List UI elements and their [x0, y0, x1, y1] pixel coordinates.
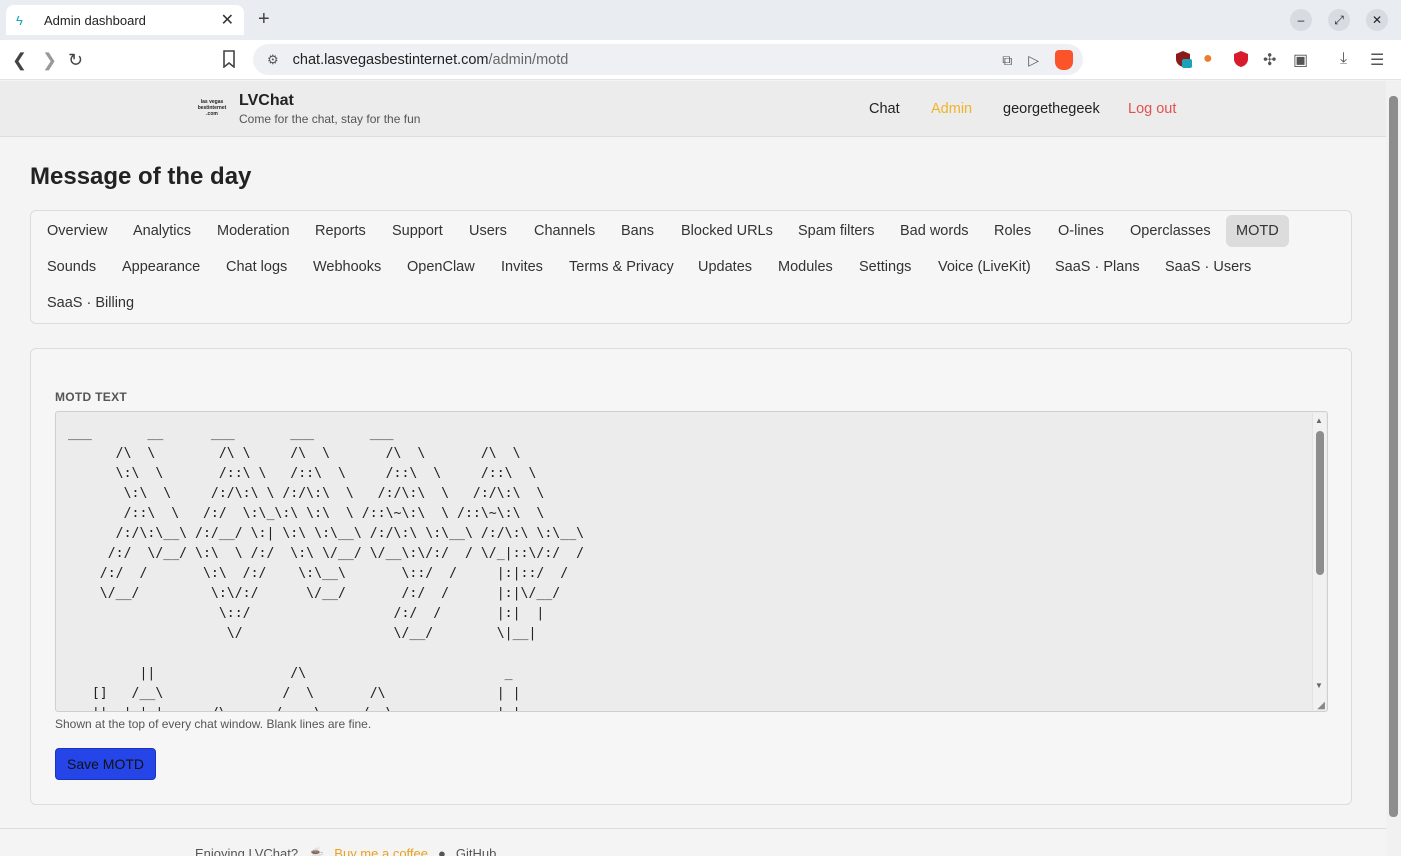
- brand-name[interactable]: LVChat: [239, 92, 294, 110]
- tab-sounds[interactable]: Sounds: [37, 251, 106, 283]
- admin-tabs: Overview Analytics Moderation Reports Su…: [30, 210, 1352, 324]
- tab-channels[interactable]: Channels: [524, 215, 605, 247]
- menu-icon[interactable]: ☰: [1370, 50, 1384, 70]
- tab-appearance[interactable]: Appearance: [112, 251, 210, 283]
- address-bar[interactable]: ⚙ chat.lasvegasbestinternet.com/admin/mo…: [253, 44, 1083, 75]
- tab-motd[interactable]: MOTD: [1226, 215, 1289, 247]
- motd-textarea-scrollbar[interactable]: ▲ ▼: [1312, 413, 1326, 710]
- reload-icon[interactable]: ↻: [68, 50, 83, 71]
- bolt-icon: ϟ: [16, 12, 23, 28]
- extension-ublock-icon[interactable]: [1233, 50, 1249, 73]
- bookmark-icon[interactable]: [222, 50, 236, 73]
- tab-support[interactable]: Support: [382, 215, 453, 247]
- tab-operclasses[interactable]: Operclasses: [1120, 215, 1221, 247]
- motd-textarea[interactable]: ___ __ ___ ___ ___ /\ \ /\ \ /\ \ /\ \ /…: [55, 411, 1328, 712]
- footer-divider: [0, 828, 1386, 829]
- nav-logout[interactable]: Log out: [1128, 101, 1176, 117]
- nav-admin[interactable]: Admin: [931, 101, 972, 117]
- nav-user[interactable]: georgethegeek: [1003, 101, 1100, 117]
- tab-voice-livekit[interactable]: Voice (LiveKit): [928, 251, 1041, 283]
- new-tab-button[interactable]: +: [258, 8, 270, 31]
- tab-roles[interactable]: Roles: [984, 215, 1041, 247]
- tab-search-icon[interactable]: ▣: [1293, 50, 1308, 70]
- motd-textarea-scroll-thumb[interactable]: [1316, 431, 1324, 575]
- extensions-puzzle-icon[interactable]: ✣: [1263, 50, 1276, 70]
- motd-form-card: MOTD TEXT ___ __ ___ ___ ___ /\ \ /\ \ /…: [30, 348, 1352, 805]
- scroll-up-icon[interactable]: ▲: [1315, 416, 1323, 425]
- url-text: chat.lasvegasbestinternet.com/admin/motd: [292, 51, 569, 68]
- tab-terms-privacy[interactable]: Terms & Privacy: [559, 251, 684, 283]
- share-icon[interactable]: ⧉: [1002, 52, 1012, 69]
- save-motd-button[interactable]: Save MOTD: [55, 748, 156, 780]
- tab-title: Admin dashboard: [44, 12, 146, 28]
- resize-handle-icon[interactable]: ◢: [1317, 700, 1325, 711]
- footer-coffee-link[interactable]: Buy me a coffee: [334, 846, 428, 856]
- extension-bubbles-icon[interactable]: ●: [1203, 50, 1213, 68]
- close-tab-icon[interactable]: ✕: [221, 10, 234, 30]
- tab-modules[interactable]: Modules: [768, 251, 843, 283]
- tab-bans[interactable]: Bans: [611, 215, 664, 247]
- tab-overview[interactable]: Overview: [37, 215, 117, 247]
- brave-shields-icon[interactable]: [1055, 50, 1073, 70]
- footer-github-link[interactable]: GitHub: [456, 846, 496, 856]
- motd-hint: Shown at the top of every chat window. B…: [55, 717, 372, 731]
- tab-blocked-urls[interactable]: Blocked URLs: [671, 215, 783, 247]
- tab-settings[interactable]: Settings: [849, 251, 921, 283]
- footer-enjoying: Enjoying LVChat?: [195, 846, 299, 856]
- maximize-icon[interactable]: ⤢: [1328, 9, 1350, 31]
- extension-shield-icon[interactable]: [1174, 50, 1192, 73]
- tab-analytics[interactable]: Analytics: [123, 215, 201, 247]
- tab-saas-plans[interactable]: SaaS · Plans: [1045, 251, 1150, 283]
- page-scroll-thumb[interactable]: [1389, 96, 1398, 817]
- tab-saas-billing[interactable]: SaaS · Billing: [37, 287, 144, 319]
- tab-webhooks[interactable]: Webhooks: [303, 251, 391, 283]
- motd-text-label: MOTD TEXT: [55, 390, 128, 404]
- scroll-down-icon[interactable]: ▼: [1315, 681, 1323, 690]
- github-icon: ●: [438, 846, 446, 856]
- tab-saas-users[interactable]: SaaS · Users: [1155, 251, 1261, 283]
- nav-chat[interactable]: Chat: [869, 101, 900, 117]
- tab-openclaw[interactable]: OpenClaw: [397, 251, 485, 283]
- site-logo[interactable]: las vegas bestinternet .com: [196, 99, 228, 119]
- tab-updates[interactable]: Updates: [688, 251, 762, 283]
- tab-moderation[interactable]: Moderation: [207, 215, 300, 247]
- site-settings-icon[interactable]: ⚙: [267, 52, 279, 68]
- motd-textarea-content[interactable]: ___ __ ___ ___ ___ /\ \ /\ \ /\ \ /\ \ /…: [68, 424, 584, 711]
- download-icon[interactable]: ⤓: [1340, 50, 1347, 68]
- back-icon[interactable]: ❮: [12, 50, 27, 71]
- window-close-icon[interactable]: ✕: [1366, 9, 1388, 31]
- tab-bad-words[interactable]: Bad words: [890, 215, 979, 247]
- app-header: las vegas bestinternet .com LVChat Come …: [0, 81, 1386, 137]
- browser-tab[interactable]: ϟ Admin dashboard ✕: [6, 5, 244, 35]
- tab-users[interactable]: Users: [459, 215, 517, 247]
- tab-chat-logs[interactable]: Chat logs: [216, 251, 297, 283]
- tab-spam-filters[interactable]: Spam filters: [788, 215, 885, 247]
- minimize-icon[interactable]: –: [1290, 9, 1312, 31]
- forward-icon[interactable]: ❯: [42, 50, 57, 71]
- tab-o-lines[interactable]: O-lines: [1048, 215, 1114, 247]
- brand-tagline: Come for the chat, stay for the fun: [239, 112, 421, 126]
- page-title: Message of the day: [30, 163, 252, 190]
- coffee-icon: ☕: [308, 846, 325, 856]
- footer: Enjoying LVChat? ☕ Buy me a coffee ● Git…: [195, 846, 496, 856]
- browser-toolbar: ❮ ❯ ↻ ⚙ chat.lasvegasbestinternet.com/ad…: [0, 40, 1401, 80]
- tab-reports[interactable]: Reports: [305, 215, 376, 247]
- browser-tabstrip: ϟ Admin dashboard ✕ + – ⤢ ✕: [0, 0, 1401, 40]
- page-scrollbar[interactable]: [1386, 81, 1401, 856]
- send-icon[interactable]: ▷: [1028, 52, 1039, 69]
- tab-invites[interactable]: Invites: [491, 251, 553, 283]
